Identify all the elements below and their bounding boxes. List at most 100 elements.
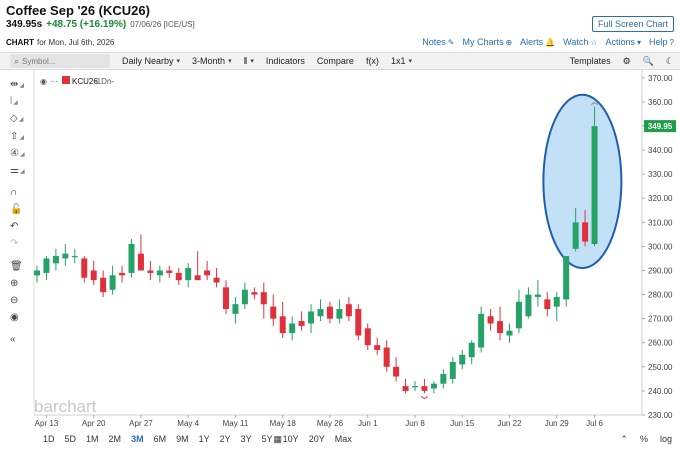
range-3m[interactable]: 3M bbox=[126, 434, 149, 444]
caret-down-icon: ▾ bbox=[408, 58, 412, 65]
y-tick-label: 330.00 bbox=[648, 170, 673, 179]
candle-body bbox=[544, 299, 551, 310]
price-change: +48.75 (+16.19%) bbox=[46, 19, 127, 30]
y-tick-label: 250.00 bbox=[648, 363, 673, 372]
range-5d[interactable]: 5D bbox=[60, 434, 82, 444]
y-tick-label: 370.00 bbox=[648, 74, 673, 83]
range-1y[interactable]: 1Y bbox=[194, 434, 215, 444]
y-tick-label: 290.00 bbox=[648, 266, 673, 275]
candle-body bbox=[260, 292, 267, 305]
symbol-input[interactable]: ⌕ Symbol... bbox=[10, 54, 110, 68]
candle-body bbox=[497, 321, 504, 334]
candle-body bbox=[317, 309, 324, 317]
eye-icon[interactable]: ◉ bbox=[40, 77, 47, 86]
chart-style-dropdown[interactable]: ⫴ ▾ bbox=[244, 56, 254, 67]
candle-body bbox=[449, 362, 456, 379]
candle bbox=[506, 323, 513, 343]
gear-icon[interactable]: ⚙ bbox=[623, 56, 631, 67]
price-row: 349.95s +48.75 (+16.19%) 07/06/26 [ICE/U… bbox=[6, 19, 195, 32]
zoom-icon[interactable]: 🔍 bbox=[643, 56, 654, 67]
actions-menu[interactable]: Actions ▾ bbox=[606, 37, 642, 47]
alerts-link[interactable]: Alerts 🔔 bbox=[520, 37, 555, 47]
templates-button[interactable]: Templates bbox=[570, 56, 611, 66]
candle bbox=[468, 340, 475, 365]
candle-body bbox=[402, 386, 409, 391]
page-title: Coffee Sep '26 (KCU26) bbox=[6, 2, 150, 18]
candle-body bbox=[572, 222, 579, 249]
candle-body bbox=[62, 253, 69, 259]
candle bbox=[544, 292, 551, 317]
watch-link[interactable]: Watch ☆ bbox=[563, 37, 597, 47]
fx-button[interactable]: f(x) bbox=[366, 56, 379, 66]
candle bbox=[412, 381, 418, 391]
full-screen-chart-button[interactable]: Full Screen Chart bbox=[591, 16, 674, 32]
compare-button[interactable]: Compare bbox=[317, 56, 354, 66]
y-tick-label: 320.00 bbox=[648, 194, 673, 203]
candle bbox=[194, 251, 201, 281]
legend-swatch bbox=[62, 76, 70, 84]
candle bbox=[62, 244, 69, 266]
calendar-icon[interactable]: ▦ bbox=[273, 434, 282, 445]
candle-body bbox=[393, 366, 400, 377]
chart-for-date: for Mon, Jul 6th, 2026 bbox=[37, 37, 115, 47]
x-tick-label: Apr 27 bbox=[129, 419, 153, 428]
x-tick-label: Jun 1 bbox=[358, 419, 378, 428]
candle bbox=[525, 287, 532, 319]
range-6m[interactable]: 6M bbox=[149, 434, 172, 444]
candle-body bbox=[147, 270, 154, 273]
candle-body bbox=[204, 270, 211, 276]
y-tick-label: 260.00 bbox=[648, 339, 673, 348]
candle-body bbox=[298, 321, 305, 326]
toolbar-right: Templates ⚙ 🔍 ☾ bbox=[570, 53, 674, 69]
range-2m[interactable]: 2M bbox=[104, 434, 127, 444]
legend-menu-icon[interactable]: ··· bbox=[50, 77, 58, 86]
candle-body bbox=[336, 309, 343, 319]
range-bar-right: ▦ ⌃ % log bbox=[273, 430, 672, 448]
candle-body bbox=[515, 301, 522, 329]
candle-body bbox=[128, 244, 135, 273]
candle-body bbox=[289, 323, 296, 334]
candle bbox=[109, 265, 116, 295]
candle bbox=[553, 292, 560, 322]
log-toggle[interactable]: log bbox=[660, 434, 672, 444]
settings-caret-icon[interactable]: ⌃ bbox=[620, 434, 628, 445]
candle-body bbox=[251, 292, 258, 295]
candle bbox=[241, 282, 248, 310]
dark-mode-icon[interactable]: ☾ bbox=[666, 56, 674, 67]
candles bbox=[34, 102, 598, 399]
candle bbox=[317, 299, 324, 322]
period-dropdown[interactable]: 3-Month ▾ bbox=[192, 56, 232, 66]
candle bbox=[449, 357, 456, 384]
candle-body bbox=[109, 275, 116, 290]
candle bbox=[515, 289, 522, 334]
y-tick-label: 280.00 bbox=[648, 291, 673, 300]
price-chart[interactable]: 230.00 240.00 250.00 260.00 270.00 280.00 290.… bbox=[0, 70, 680, 428]
y-tick-label: 360.00 bbox=[648, 98, 673, 107]
candle-body bbox=[279, 316, 286, 334]
range-2y[interactable]: 2Y bbox=[215, 434, 236, 444]
y-tick-label: 300.00 bbox=[648, 242, 673, 251]
y-tick-label: 240.00 bbox=[648, 387, 673, 396]
range-3y[interactable]: 3Y bbox=[236, 434, 257, 444]
candle-body bbox=[223, 287, 229, 310]
last-price-tag: 349.95 bbox=[644, 120, 676, 133]
candle bbox=[355, 304, 362, 341]
my-charts-link[interactable]: My Charts ⊕ bbox=[462, 37, 512, 47]
range-max[interactable]: Max bbox=[330, 434, 357, 444]
layout-dropdown[interactable]: 1x1 ▾ bbox=[391, 56, 412, 66]
candle bbox=[90, 260, 97, 285]
range-bar: 1D 5D 1M 2M 3M 6M 9M 1Y 2Y 3Y 5Y 10Y 20Y Max ▦ ⌃ % lo… bbox=[0, 430, 680, 448]
candle-body bbox=[478, 313, 485, 348]
swing-low-marker bbox=[421, 396, 428, 399]
interval-dropdown[interactable]: Daily Nearby ▾ bbox=[122, 56, 180, 66]
candle bbox=[383, 340, 390, 372]
indicators-button[interactable]: Indicators bbox=[266, 56, 305, 66]
percent-toggle[interactable]: % bbox=[640, 434, 648, 444]
range-20y[interactable]: 20Y bbox=[304, 434, 330, 444]
candle-body bbox=[459, 354, 466, 365]
help-link[interactable]: Help? bbox=[649, 37, 674, 47]
range-1m[interactable]: 1M bbox=[81, 434, 104, 444]
range-1d[interactable]: 1D bbox=[38, 434, 60, 444]
range-9m[interactable]: 9M bbox=[171, 434, 194, 444]
notes-link[interactable]: Notes ✎ bbox=[422, 37, 454, 47]
